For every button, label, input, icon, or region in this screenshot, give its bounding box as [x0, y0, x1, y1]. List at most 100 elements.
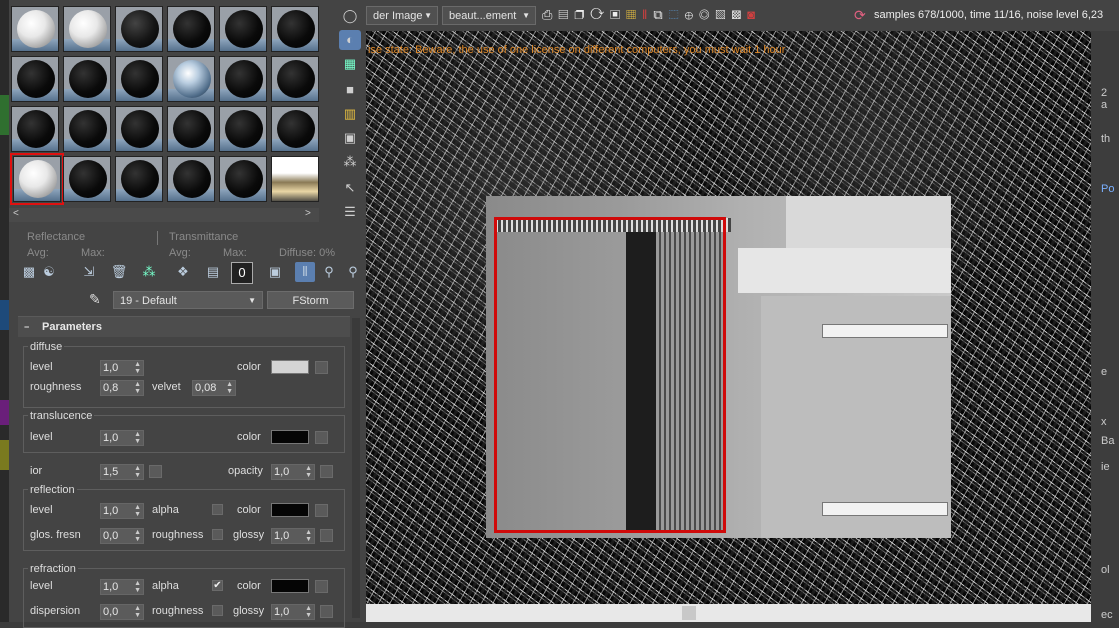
glos-fresn-spinner[interactable]: 0,0 ▲ ▼ — [100, 528, 144, 544]
sample-slot[interactable] — [219, 6, 267, 52]
sample-slot[interactable] — [167, 156, 215, 202]
save-image-icon[interactable]: ⎙ — [542, 7, 558, 22]
sample-slot[interactable] — [219, 56, 267, 102]
refraction-glossy-spinner[interactable]: 1,0 ▲ ▼ — [271, 604, 315, 620]
ior-spinner[interactable]: 1,5 ▲ ▼ — [100, 464, 144, 480]
refraction-alpha-checkbox[interactable]: ✔ — [212, 580, 223, 591]
sample-slot[interactable] — [115, 6, 163, 52]
stop-render-icon[interactable]: ◙ — [747, 7, 761, 22]
velvet-spinner[interactable]: 0,08 ▲ ▼ — [192, 380, 236, 396]
refraction-map-button[interactable] — [315, 580, 328, 593]
sample-slot[interactable] — [167, 6, 215, 52]
refraction-glossy-map-button[interactable] — [320, 605, 333, 618]
sample-uv-icon[interactable]: ■ — [339, 80, 361, 100]
target-icon[interactable]: ⊕ — [685, 7, 699, 22]
reflection-glossy-spinner[interactable]: 1,0 ▲ ▼ — [271, 528, 315, 544]
diffuse-color-swatch[interactable] — [271, 360, 309, 374]
video-color-icon[interactable]: ▥ — [339, 104, 361, 124]
go-parent-icon[interactable]: ⫴ — [295, 262, 315, 282]
opacity-spinner[interactable]: 1,0 ▲ ▼ — [271, 464, 315, 480]
options-icon[interactable]: ⁂ — [339, 152, 361, 172]
opacity-map-button[interactable] — [320, 465, 333, 478]
ior-map-button[interactable] — [149, 465, 162, 478]
spinner-arrows-icon[interactable]: ▲ ▼ — [134, 431, 141, 445]
sample-slot[interactable] — [219, 156, 267, 202]
reflection-roughness-checkbox[interactable] — [212, 529, 223, 540]
spinner-arrows-icon[interactable]: ▲ ▼ — [305, 465, 312, 479]
dispersion-spinner[interactable]: 0,0 ▲ ▼ — [100, 604, 144, 620]
histogram-icon[interactable]: ▧ — [715, 7, 731, 22]
render-type-dropdown[interactable]: der Image ▼ — [366, 6, 438, 25]
spinner-arrows-icon[interactable]: ▲ ▼ — [134, 605, 141, 619]
refresh-icon[interactable]: ⟳ — [590, 7, 610, 22]
reflection-level-spinner[interactable]: 1,0 ▲ ▼ — [100, 503, 144, 519]
sample-slot[interactable] — [271, 156, 319, 202]
make-preview-icon[interactable]: ▣ — [339, 128, 361, 148]
assign-icon[interactable]: ⇲ — [79, 262, 99, 282]
put-to-scene-icon[interactable]: ☯ — [39, 262, 59, 282]
options-icon[interactable]: ⚲ — [343, 262, 363, 282]
show-end-result-icon[interactable]: ▣ — [265, 262, 285, 282]
spinner-arrows-icon[interactable]: ▲ ▼ — [134, 504, 141, 518]
material-id-icon[interactable]: ▤ — [203, 262, 223, 282]
parameters-rollout-header[interactable]: − Parameters — [18, 316, 350, 337]
render-viewport[interactable]: ise state: Beware, the use of one licens… — [366, 31, 1091, 604]
checker-icon[interactable]: ▦ — [339, 54, 361, 74]
material-map-navigator-icon[interactable]: ☰ — [339, 202, 361, 222]
reflection-map-button[interactable] — [315, 504, 328, 517]
sphere-icon[interactable]: ◯ — [339, 6, 361, 26]
spinner-arrows-icon[interactable]: ▲ ▼ — [226, 381, 233, 395]
eyedropper-icon[interactable]: ✎ — [89, 291, 101, 308]
clone-window-icon[interactable]: ❐ — [574, 7, 590, 22]
diffuse-level-spinner[interactable]: 1,0 ▲ ▼ — [100, 360, 144, 376]
sample-slot[interactable] — [167, 106, 215, 152]
refraction-level-spinner[interactable]: 1,0 ▲ ▼ — [100, 579, 144, 595]
render-horizontal-scrollbar[interactable] — [366, 604, 1091, 622]
sample-slot[interactable] — [11, 6, 59, 52]
material-type-button[interactable]: FStorm — [267, 291, 354, 309]
color-correction-icon[interactable]: ◎ — [699, 7, 715, 22]
make-unique-icon[interactable]: ⁂ — [139, 262, 159, 282]
diffuse-roughness-spinner[interactable]: 0,8 ▲ ▼ — [100, 380, 144, 396]
reflection-alpha-checkbox[interactable] — [212, 504, 223, 515]
sample-slot[interactable] — [63, 156, 111, 202]
spinner-arrows-icon[interactable]: ▲ ▼ — [134, 381, 141, 395]
sample-slot[interactable] — [115, 56, 163, 102]
spinner-arrows-icon[interactable]: ▲ ▼ — [134, 465, 141, 479]
sample-slot[interactable] — [219, 106, 267, 152]
diffuse-map-button[interactable] — [315, 361, 328, 374]
material-name-dropdown[interactable]: 19 - Default ▼ — [113, 291, 263, 309]
region-selection-box[interactable] — [494, 217, 726, 533]
sample-slot[interactable] — [271, 6, 319, 52]
print-icon[interactable]: ▣ — [610, 7, 626, 22]
sample-slot[interactable] — [271, 106, 319, 152]
copy-image-icon[interactable]: ▤ — [558, 7, 574, 22]
go-sibling-icon[interactable]: ⚲ — [319, 262, 339, 282]
glossy-map-button[interactable] — [320, 529, 333, 542]
render-element-dropdown[interactable]: beaut...ement ▼ — [442, 6, 536, 25]
put-to-library-icon[interactable]: ❖ — [173, 262, 193, 282]
parameters-scrollbar[interactable] — [352, 318, 360, 618]
lens-effects-icon[interactable]: ▩ — [731, 7, 747, 22]
reset-icon[interactable]: 🗑 — [109, 262, 129, 282]
scroll-left-icon[interactable]: < — [13, 208, 19, 219]
sample-slot[interactable] — [115, 156, 163, 202]
spinner-arrows-icon[interactable]: ▲ ▼ — [134, 361, 141, 375]
sample-slot[interactable] — [63, 56, 111, 102]
region-render-icon[interactable]: ⬚ — [669, 7, 685, 22]
pause-icon[interactable]: ‖ — [642, 7, 653, 22]
sample-slot-selected[interactable] — [10, 153, 64, 205]
sample-slot[interactable] — [115, 106, 163, 152]
rgb-channels-icon[interactable]: ▦ — [626, 7, 642, 22]
spinner-arrows-icon[interactable]: ▲ ▼ — [305, 529, 312, 543]
reflection-color-swatch[interactable] — [271, 503, 309, 517]
scroll-right-icon[interactable]: > — [305, 208, 311, 219]
translucence-level-spinner[interactable]: 1,0 ▲ ▼ — [100, 430, 144, 446]
refraction-color-swatch[interactable] — [271, 579, 309, 593]
sample-slot[interactable] — [63, 106, 111, 152]
clear-icon[interactable]: ⧉ — [653, 7, 668, 22]
sample-slot[interactable] — [63, 6, 111, 52]
translucence-map-button[interactable] — [315, 431, 328, 444]
show-map-icon[interactable]: 0 — [231, 262, 253, 284]
scroll-thumb[interactable] — [682, 606, 696, 620]
